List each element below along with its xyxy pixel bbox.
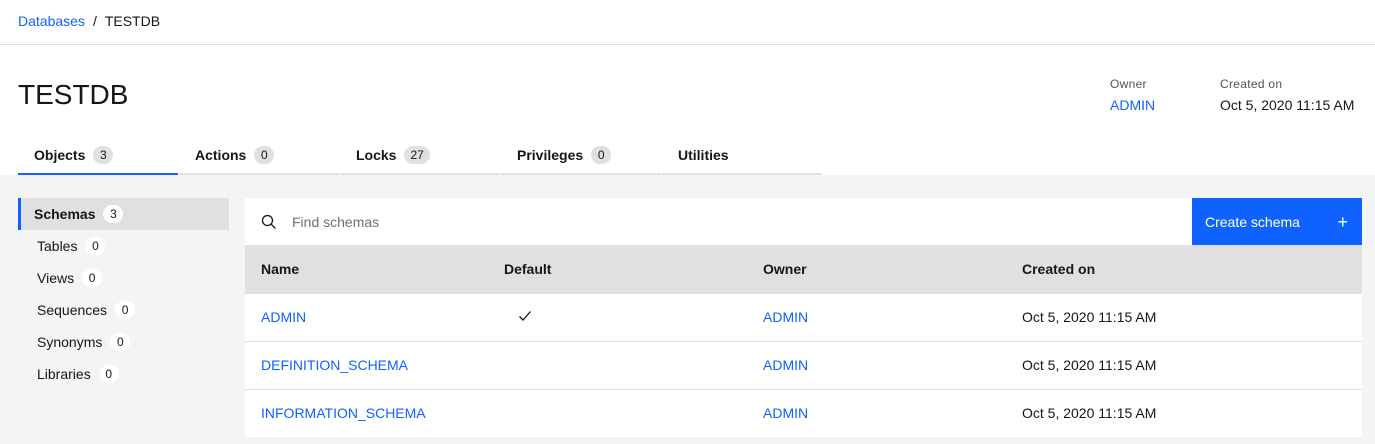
sidebar-item-label: Sequences bbox=[37, 302, 108, 318]
tab-label: Utilities bbox=[678, 146, 729, 163]
tab-count-badge: 27 bbox=[404, 145, 430, 164]
table-row: DEFINITION_SCHEMA ADMIN Oct 5, 2020 11:1… bbox=[245, 341, 1362, 389]
tab-privileges[interactable]: Privileges 0 bbox=[501, 136, 661, 175]
sidebar-item-label: Libraries bbox=[37, 366, 91, 382]
sidebar-count-badge: 0 bbox=[110, 333, 131, 351]
search-icon bbox=[245, 214, 292, 230]
sidebar-count-badge: 3 bbox=[103, 205, 124, 223]
checkmark-icon bbox=[518, 309, 532, 325]
tab-count-badge: 0 bbox=[254, 145, 275, 164]
tab-utilities[interactable]: Utilities bbox=[662, 136, 822, 175]
plus-icon: + bbox=[1337, 211, 1348, 232]
sidebar-item-synonyms[interactable]: Synonyms 0 bbox=[18, 326, 229, 358]
created-cell: Oct 5, 2020 11:15 AM bbox=[1022, 309, 1157, 325]
default-cell bbox=[488, 389, 747, 437]
schemas-table-panel: Create schema + Name Default Owner Creat… bbox=[245, 198, 1362, 437]
tab-count-badge: 0 bbox=[591, 145, 612, 164]
breadcrumb: Databases / TESTDB bbox=[18, 12, 160, 30]
create-schema-label: Create schema bbox=[1205, 213, 1300, 230]
sidebar-item-label: Synonyms bbox=[37, 334, 103, 350]
created-label: Created on bbox=[1220, 77, 1283, 91]
breadcrumb-separator: / bbox=[92, 13, 97, 29]
default-cell bbox=[488, 341, 747, 389]
sidebar-item-tables[interactable]: Tables 0 bbox=[18, 230, 229, 262]
sidebar-item-sequences[interactable]: Sequences 0 bbox=[18, 294, 229, 326]
breadcrumb-link-databases[interactable]: Databases bbox=[18, 13, 85, 29]
tab-locks[interactable]: Locks 27 bbox=[340, 136, 500, 175]
sidebar-count-badge: 0 bbox=[115, 301, 136, 319]
sidebar-item-schemas[interactable]: Schemas 3 bbox=[18, 198, 229, 230]
table-toolbar: Create schema + bbox=[245, 198, 1362, 245]
schema-name-link[interactable]: DEFINITION_SCHEMA bbox=[261, 357, 408, 373]
create-schema-button[interactable]: Create schema + bbox=[1192, 198, 1362, 245]
owner-link[interactable]: ADMIN bbox=[763, 309, 808, 325]
schema-name-link[interactable]: INFORMATION_SCHEMA bbox=[261, 405, 426, 421]
column-header-default[interactable]: Default bbox=[488, 245, 747, 293]
breadcrumb-current: TESTDB bbox=[104, 13, 161, 29]
owner-link[interactable]: ADMIN bbox=[763, 405, 808, 421]
sidebar-count-badge: 0 bbox=[98, 365, 119, 383]
table-header-row: Name Default Owner Created on bbox=[245, 245, 1362, 293]
column-header-owner[interactable]: Owner bbox=[747, 245, 1006, 293]
tab-label: Locks bbox=[356, 146, 397, 163]
sidebar-item-views[interactable]: Views 0 bbox=[18, 262, 229, 294]
tab-label: Objects bbox=[34, 146, 86, 163]
created-cell: Oct 5, 2020 11:15 AM bbox=[1022, 357, 1157, 373]
object-type-nav: Schemas 3 Tables 0 Views 0 Sequences 0 S… bbox=[18, 198, 229, 390]
owner-link[interactable]: ADMIN bbox=[1110, 97, 1155, 113]
search-input[interactable] bbox=[292, 213, 1192, 230]
tab-label: Privileges bbox=[517, 146, 584, 163]
sidebar-item-label: Schemas bbox=[34, 206, 96, 222]
search-bar bbox=[245, 198, 1192, 245]
sidebar-item-label: Tables bbox=[37, 238, 78, 254]
tab-count-badge: 3 bbox=[93, 145, 114, 164]
table-row: INFORMATION_SCHEMA ADMIN Oct 5, 2020 11:… bbox=[245, 389, 1362, 437]
table-row: ADMIN ADMIN Oct 5, 2020 11:15 AM bbox=[245, 293, 1362, 341]
sidebar-count-badge: 0 bbox=[85, 237, 106, 255]
sidebar-count-badge: 0 bbox=[82, 269, 103, 287]
page-title: TESTDB bbox=[18, 79, 129, 110]
header-divider bbox=[0, 44, 1375, 45]
tab-bar: Objects 3 Actions 0 Locks 27 Privileges … bbox=[18, 136, 823, 175]
sidebar-item-label: Views bbox=[37, 270, 75, 286]
tab-objects[interactable]: Objects 3 bbox=[18, 136, 178, 175]
owner-link[interactable]: ADMIN bbox=[763, 357, 808, 373]
column-header-name[interactable]: Name bbox=[245, 245, 488, 293]
owner-meta: Owner ADMIN bbox=[1110, 76, 1155, 114]
tab-label: Actions bbox=[195, 146, 247, 163]
tab-actions[interactable]: Actions 0 bbox=[179, 136, 339, 175]
content-area: Schemas 3 Tables 0 Views 0 Sequences 0 S… bbox=[0, 175, 1375, 444]
schemas-table: Name Default Owner Created on ADMIN ADMI… bbox=[245, 245, 1362, 437]
created-meta: Created on Oct 5, 2020 11:15 AM bbox=[1220, 76, 1354, 114]
owner-label: Owner bbox=[1110, 77, 1147, 91]
created-cell: Oct 5, 2020 11:15 AM bbox=[1022, 405, 1157, 422]
sidebar-item-libraries[interactable]: Libraries 0 bbox=[18, 358, 229, 390]
created-value: Oct 5, 2020 11:15 AM bbox=[1220, 97, 1355, 113]
column-header-created[interactable]: Created on bbox=[1006, 245, 1362, 293]
schema-name-link[interactable]: ADMIN bbox=[261, 309, 306, 325]
